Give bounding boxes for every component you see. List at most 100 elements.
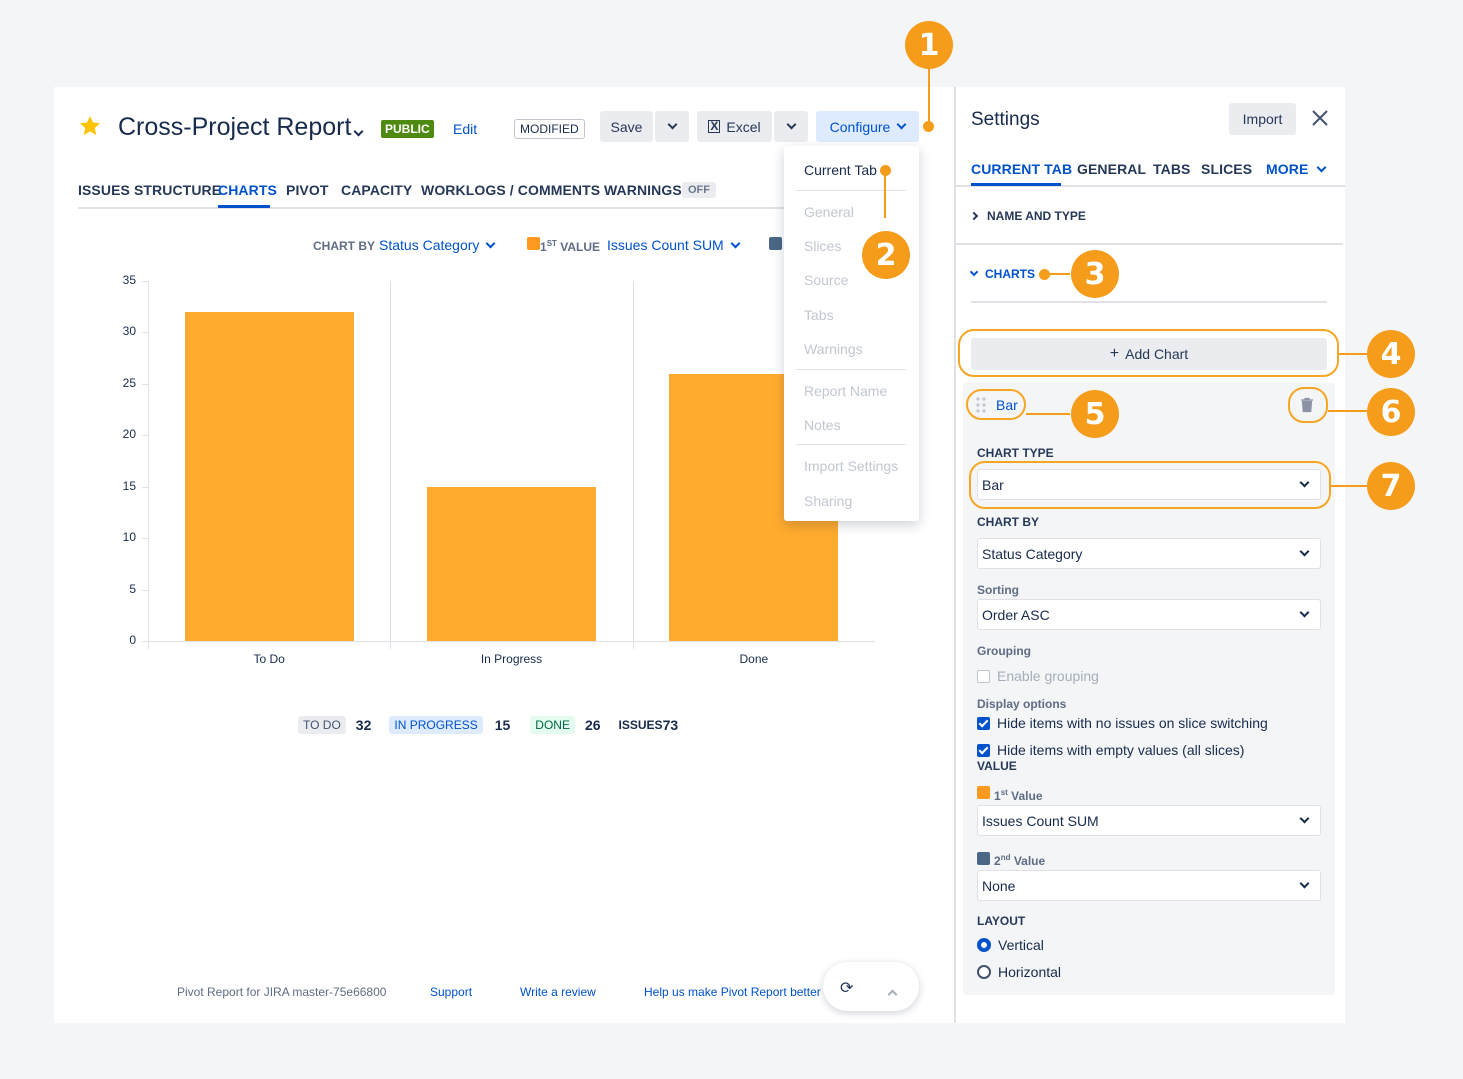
add-chart-highlight <box>958 329 1339 377</box>
callout-line <box>1331 485 1367 487</box>
chevron-down-icon <box>1316 162 1327 172</box>
layout-horizontal-radio[interactable]: Horizontal <box>977 964 1061 980</box>
tab-pivot[interactable]: PIVOT <box>286 182 329 198</box>
tab-worklogs-comments[interactable]: WORKLOGS / COMMENTS <box>421 182 600 198</box>
first-value-select[interactable]: Issues Count SUM <box>607 237 741 253</box>
footer-version: Pivot Report for JIRA master-75e66800 <box>177 985 387 999</box>
tab-issues-structure[interactable]: ISSUES STRUCTURE <box>78 182 221 198</box>
menu-item-tabs[interactable]: Tabs <box>804 307 834 323</box>
x-tick-label: To Do <box>253 652 285 666</box>
menu-divider <box>796 369 906 370</box>
layout-label: LAYOUT <box>977 914 1026 928</box>
more-label: MORE <box>1266 161 1309 177</box>
save-options-button[interactable] <box>655 111 689 142</box>
layout-horizontal-label: Horizontal <box>998 964 1062 980</box>
y-tick-mark <box>142 332 148 334</box>
menu-item-slices[interactable]: Slices <box>804 238 841 254</box>
enable-grouping-checkbox[interactable]: Enable grouping <box>977 668 1099 684</box>
menu-item-notes[interactable]: Notes <box>804 417 841 433</box>
x-tick-label: Done <box>739 652 769 666</box>
edit-link[interactable]: Edit <box>453 121 477 137</box>
import-button[interactable]: Import <box>1229 103 1296 135</box>
footer-support-link[interactable]: Support <box>430 985 472 999</box>
hide-no-issues-checkbox[interactable]: Hide items with no issues on slice switc… <box>977 715 1268 731</box>
charts-section[interactable]: CHARTS <box>969 267 1035 281</box>
menu-item-source[interactable]: Source <box>804 272 848 288</box>
refresh-icon[interactable]: ⟳ <box>840 978 853 998</box>
configure-button[interactable]: Configure <box>816 111 919 142</box>
y-tick-label: 25 <box>122 375 136 390</box>
second-value-settings-select[interactable]: None <box>977 870 1321 901</box>
chevron-down-icon <box>730 238 741 248</box>
y-tick-label: 20 <box>122 427 136 442</box>
summary-row: TO DO 32 IN PROGRESS 15 DONE 26 ISSUES 7… <box>298 716 678 734</box>
menu-item-sharing[interactable]: Sharing <box>804 493 852 509</box>
x-axis <box>142 641 875 642</box>
first-value-swatch <box>977 786 990 799</box>
menu-divider <box>796 190 906 191</box>
chevron-down-icon <box>667 119 677 130</box>
second-value-swatch <box>977 852 990 865</box>
chevron-down-icon <box>1299 878 1310 889</box>
callout-3: 3 <box>1071 250 1119 298</box>
tab-warnings[interactable]: WARNINGS <box>604 182 682 198</box>
menu-item-warnings[interactable]: Warnings <box>804 341 863 357</box>
settings-tab-tabs[interactable]: TABS <box>1153 161 1190 177</box>
menu-item-current-tab[interactable]: Current Tab <box>804 162 877 178</box>
second-value-swatch <box>769 237 782 250</box>
name-and-type-label: NAME AND TYPE <box>987 209 1086 223</box>
callout-line <box>1048 273 1070 275</box>
chevron-down-icon <box>485 238 496 248</box>
tab-capacity[interactable]: CAPACITY <box>341 182 412 198</box>
excel-options-button[interactable] <box>774 111 808 142</box>
value-section-label: VALUE <box>977 759 1017 773</box>
chart-by-select[interactable]: Status Category <box>379 237 496 253</box>
tab-charts-underline <box>218 205 270 208</box>
sorting-select[interactable]: Order ASC <box>977 599 1321 630</box>
settings-tab-general[interactable]: GENERAL <box>1077 161 1146 177</box>
section-divider <box>955 243 1343 245</box>
save-label: Save <box>610 118 643 135</box>
status-todo-count: 32 <box>355 717 372 733</box>
footer-review-link[interactable]: Write a review <box>520 985 596 999</box>
chart-by-settings-select[interactable]: Status Category <box>977 538 1321 569</box>
checkbox-checked-icon <box>977 716 990 730</box>
excel-button[interactable]: X Excel <box>697 111 772 142</box>
chart-type-highlight <box>969 461 1331 509</box>
status-inprogress-count: 15 <box>494 717 511 733</box>
trash-highlight <box>1288 387 1328 423</box>
footer-help-link[interactable]: Help us make Pivot Report better <box>644 985 821 999</box>
callout-7: 7 <box>1367 462 1415 510</box>
settings-tab-more[interactable]: MORE <box>1266 161 1327 177</box>
menu-item-general[interactable]: General <box>804 204 854 220</box>
menu-item-report-name[interactable]: Report Name <box>804 383 887 399</box>
title-dropdown-chevron-icon[interactable] <box>353 122 364 140</box>
floating-toolbar <box>823 962 919 1011</box>
settings-tab-slices[interactable]: SLICES <box>1201 161 1252 177</box>
star-icon[interactable] <box>78 114 102 138</box>
scroll-top-icon[interactable] <box>887 985 898 1003</box>
y-tick-mark <box>142 538 148 540</box>
bar-in-progress[interactable] <box>427 486 596 641</box>
settings-tab-current-tab[interactable]: CURRENT TAB <box>971 161 1072 177</box>
import-label: Import <box>1242 111 1283 127</box>
grouping-label: Grouping <box>977 644 1031 658</box>
save-button[interactable]: Save <box>600 111 653 142</box>
menu-item-import-settings[interactable]: Import Settings <box>804 458 898 474</box>
sorting-label: Sorting <box>977 583 1019 597</box>
hide-empty-checkbox[interactable]: Hide items with empty values (all slices… <box>977 742 1244 758</box>
bar-to-do[interactable] <box>184 311 354 641</box>
configure-label: Configure <box>829 118 891 135</box>
tab-charts[interactable]: CHARTS <box>218 182 277 198</box>
chart-type-label: CHART TYPE <box>977 446 1054 460</box>
excel-icon: X <box>708 119 721 133</box>
close-icon[interactable] <box>1311 109 1329 127</box>
first-value-settings-select[interactable]: Issues Count SUM <box>977 805 1321 836</box>
chart-by-settings-label: CHART BY <box>977 515 1039 529</box>
layout-vertical-radio[interactable]: Vertical <box>977 937 1044 953</box>
first-value-value: Issues Count SUM <box>607 237 724 253</box>
charts-section-label: CHARTS <box>985 267 1035 281</box>
name-and-type-section[interactable]: NAME AND TYPE <box>969 209 1086 223</box>
callout-line <box>1328 410 1367 412</box>
radio-selected-icon <box>977 938 991 952</box>
